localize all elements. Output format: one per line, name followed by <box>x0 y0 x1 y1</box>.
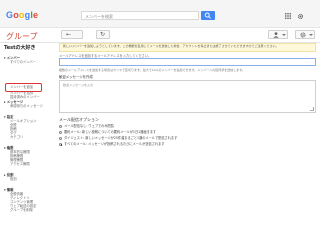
google-logo[interactable]: Google <box>6 10 38 20</box>
groups-title[interactable]: グループ <box>6 31 38 42</box>
radio-button[interactable] <box>59 142 63 146</box>
sidebar-item[interactable]: 招待済みのメンバー <box>10 95 40 99</box>
delivery-option-label: すべてのメール: メッセージが投稿されるたびにメールが送信されます <box>64 142 165 146</box>
arrow-left-icon: ← <box>66 31 72 38</box>
welcome-message-placeholder: 歓迎メッセージを入力 <box>63 83 93 87</box>
highlight-box <box>5 83 42 92</box>
delivery-option[interactable]: すべてのメール: メッセージが投稿されるたびにメールが送信されます <box>59 142 164 146</box>
delivery-option-label: ダイジェスト: 新しいメッセージが25件溜まるごと1通のメールで配信されます <box>64 136 178 140</box>
gear-icon <box>300 32 313 38</box>
delivery-option[interactable]: メール配信なし: ウェブでのみ閲覧 <box>59 124 114 128</box>
settings-dropdown[interactable] <box>295 30 315 39</box>
email-addresses-field[interactable] <box>59 58 316 66</box>
search-input[interactable]: メンバーを検索 <box>81 11 199 20</box>
radio-button[interactable] <box>59 130 62 134</box>
delivery-option[interactable]: 要約メール: 新しい投稿についての要約メールが1日1通届きます <box>59 130 156 134</box>
apps-grid-icon[interactable] <box>285 13 291 19</box>
delivery-options-title: メール配信オプション <box>59 117 99 122</box>
logo-letter: e <box>33 10 39 20</box>
radio-button[interactable] <box>59 124 62 128</box>
add-person-icon <box>273 32 286 38</box>
sidebar-item[interactable]: 承認待ちのメッセージ <box>10 104 43 108</box>
add-member-dropdown[interactable] <box>268 30 288 39</box>
sidebar-item[interactable]: すべてのメンバー <box>10 60 36 64</box>
welcome-message-textarea[interactable]: 歓迎メッセージを入力 <box>59 80 316 113</box>
notice-banner: 新しいメンバーを追加しようとしています。この機能を乱用してメールを送信した場合、… <box>59 43 316 52</box>
sidebar-item[interactable]: グループを削除 <box>10 208 33 212</box>
delivery-option[interactable]: ダイジェスト: 新しいメッセージが25件溜まるごと1通のメールで配信されます <box>59 136 177 140</box>
email-note: 複数のメールアドレスを追加する場合はカンマで区切ります。最大で10人のメンバーを… <box>59 68 245 72</box>
search-icon <box>204 12 211 19</box>
group-name[interactable]: Testの大好き <box>4 44 36 51</box>
logo-letter: G <box>6 10 14 20</box>
refresh-button[interactable]: ↻ <box>96 30 110 39</box>
back-button[interactable]: ← <box>61 30 83 39</box>
sidebar-item[interactable]: カテゴリ <box>10 135 23 139</box>
sidebar-item[interactable]: 役割 <box>10 177 17 181</box>
resize-handle[interactable] <box>310 107 314 111</box>
welcome-message-label: 歓迎メッセージを作成 <box>59 75 93 79</box>
delivery-option-label: 要約メール: 新しい投稿についての要約メールが1日1通届きます <box>64 130 157 134</box>
sidebar-item[interactable]: アクセス権限 <box>10 162 30 166</box>
refresh-icon: ↻ <box>100 31 106 38</box>
settings-gear-icon[interactable] <box>297 13 304 20</box>
radio-button[interactable] <box>59 136 62 140</box>
search-button[interactable] <box>201 11 215 20</box>
delivery-option-label: メール配信なし: ウェブでのみ閲覧 <box>64 124 114 128</box>
